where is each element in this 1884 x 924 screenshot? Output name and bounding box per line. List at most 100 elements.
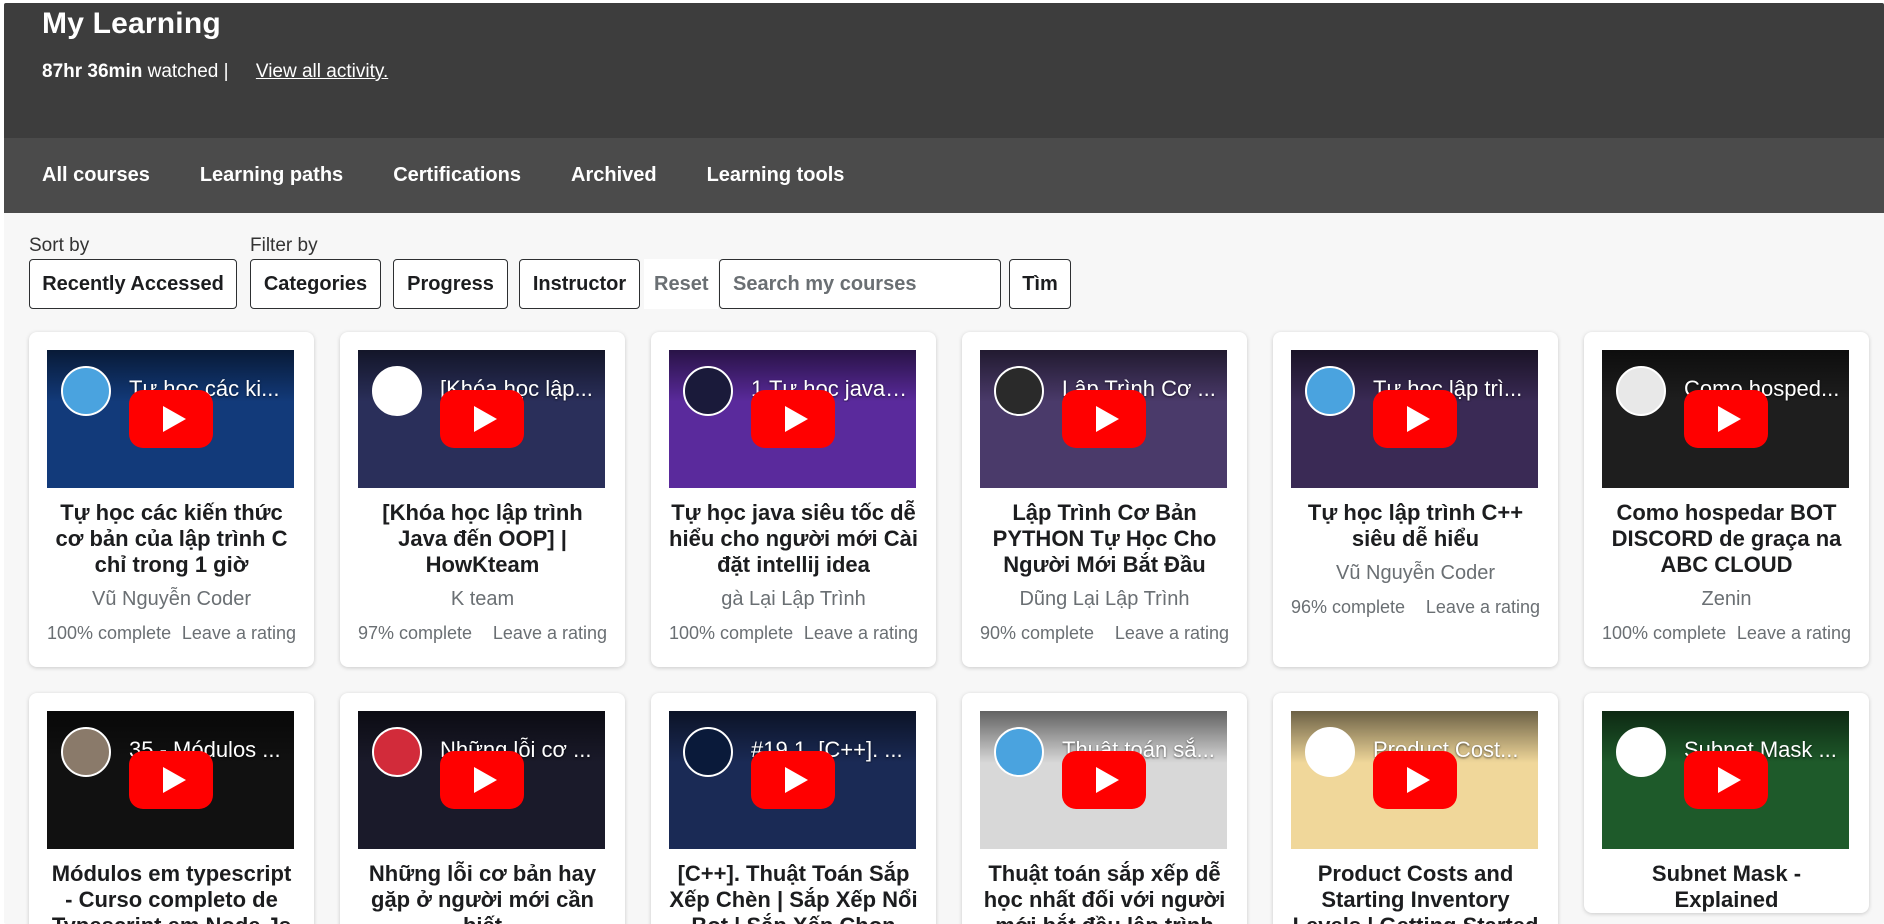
page-header: My Learning 87hr 36min watched | View al… [4,3,1884,138]
channel-avatar [1616,366,1666,416]
watch-stats: 87hr 36min watched | View all activity. [42,61,1884,83]
search-input[interactable] [719,259,1001,309]
channel-avatar [372,727,422,777]
play-icon[interactable] [1372,751,1457,809]
course-card[interactable]: Como hosped... Como hospedar BOT DISCORD … [1584,332,1869,667]
course-instructor: gà Lại Lập Trình [721,588,866,610]
play-icon[interactable] [128,390,213,448]
play-icon[interactable] [439,751,524,809]
my-learning-page: My Learning 87hr 36min watched | View al… [4,3,1884,924]
play-icon[interactable] [1683,390,1768,448]
channel-avatar [683,366,733,416]
watched-time: 87hr 36min [42,61,143,82]
course-title[interactable]: [C++]. Thuật Toán Sắp Xếp Chèn | Sắp Xếp… [669,861,918,924]
course-card[interactable]: Thuật toán sắ... Thuật toán sắp xếp dễ họ… [962,693,1247,924]
play-icon[interactable] [1061,390,1146,448]
progress-text: 96% complete [1291,597,1406,617]
course-thumbnail[interactable]: Lập Trình Cơ ... [980,350,1227,488]
leave-rating-link[interactable]: Leave a rating [493,623,607,644]
channel-avatar [1305,727,1355,777]
course-card[interactable]: Lập Trình Cơ ... Lập Trình Cơ Bản PYTHON … [962,332,1247,667]
play-icon[interactable] [439,390,524,448]
channel-avatar [683,727,733,777]
course-title[interactable]: Product Costs and Starting Inventory Lev… [1291,861,1540,924]
course-card[interactable]: [Khóa học lập... [Khóa học lập trình Java… [340,332,625,667]
course-meta: 100% complete Leave a rating [47,623,296,660]
course-thumbnail[interactable]: Subnet Mask ... [1602,711,1849,849]
reset-button[interactable]: Reset [644,259,719,309]
course-thumbnail[interactable]: Thuật toán sắ... [980,711,1227,849]
progress-filter[interactable]: Progress [393,259,508,309]
sort-label: Sort by [29,235,90,256]
course-card[interactable]: Product Cost... Product Costs and Startin… [1273,693,1558,924]
progress-text: 100% complete [47,623,172,643]
course-title[interactable]: Como hospedar BOT DISCORD de graça na AB… [1602,500,1851,578]
sort-dropdown[interactable]: Recently Accessed [29,259,237,309]
course-title[interactable]: [Khóa học lập trình Java đến OOP] | HowK… [358,500,607,578]
play-icon[interactable] [1683,751,1768,809]
course-instructor: K team [450,588,515,610]
course-card[interactable]: 35 - Módulos ... Módulos em typescript - … [29,693,314,924]
course-card[interactable]: Những lỗi cơ ... Những lỗi cơ bản hay gặp… [340,693,625,924]
tab-all-courses[interactable]: All courses [42,164,150,187]
channel-avatar [994,727,1044,777]
tab-archived[interactable]: Archived [571,164,657,187]
channel-avatar [372,366,422,416]
course-thumbnail[interactable]: Tự học lập trì... [1291,350,1538,488]
play-icon[interactable] [128,751,213,809]
course-thumbnail[interactable]: Como hosped... [1602,350,1849,488]
channel-avatar [61,366,111,416]
course-card[interactable]: 1 Tự học java ... Tự học java siêu tốc dễ… [651,332,936,667]
course-card[interactable]: Subnet Mask ... Subnet Mask - Explained [1584,693,1869,913]
course-meta: 100% complete Leave a rating [1602,623,1851,660]
channel-avatar [1616,727,1666,777]
course-card[interactable]: Tự học lập trì... Tự học lập trình C++ si… [1273,332,1558,667]
course-title[interactable]: Módulos em typescript - Curso completo d… [47,861,296,924]
tab-learning-paths[interactable]: Learning paths [200,164,343,187]
leave-rating-link[interactable]: Leave a rating [804,623,918,644]
course-title[interactable]: Những lỗi cơ bản hay gặp ở người mới cần… [358,861,607,924]
view-activity-link[interactable]: View all activity. [256,61,388,82]
course-thumbnail[interactable]: Tự học các ki... [47,350,294,488]
course-thumbnail[interactable]: [Khóa học lập... [358,350,605,488]
course-thumbnail[interactable]: Những lỗi cơ ... [358,711,605,849]
progress-text: 100% complete [669,623,794,643]
channel-avatar [1305,366,1355,416]
tab-learning-tools[interactable]: Learning tools [707,164,845,187]
course-instructor: Dũng Lại Lập Trình [1019,588,1190,610]
tab-bar: All courses Learning paths Certification… [4,138,1884,213]
course-title[interactable]: Lập Trình Cơ Bản PYTHON Tự Học Cho Người… [980,500,1229,578]
categories-filter[interactable]: Categories [250,259,381,309]
progress-text: 100% complete [1602,623,1727,643]
leave-rating-link[interactable]: Leave a rating [1426,597,1540,618]
instructor-filter[interactable]: Instructor [519,259,640,309]
course-title[interactable]: Thuật toán sắp xếp dễ học nhất đối với n… [980,861,1229,924]
course-thumbnail[interactable]: 1 Tự học java ... [669,350,916,488]
watched-label: watched | [147,61,229,82]
leave-rating-link[interactable]: Leave a rating [1737,623,1851,644]
play-icon[interactable] [1372,390,1457,448]
course-meta: 100% complete Leave a rating [669,623,918,660]
page-title: My Learning [42,7,221,40]
play-icon[interactable] [750,751,835,809]
tab-certifications[interactable]: Certifications [393,164,521,187]
course-title[interactable]: Tự học các kiến thức cơ bản của lập trìn… [47,500,296,578]
progress-text: 97% complete [358,623,473,643]
course-title[interactable]: Tự học java siêu tốc dễ hiểu cho người m… [669,500,918,578]
channel-avatar [994,366,1044,416]
course-instructor: Vũ Nguyễn Coder [1336,562,1495,584]
course-thumbnail[interactable]: #19.1. [C++]. ... [669,711,916,849]
leave-rating-link[interactable]: Leave a rating [182,623,296,644]
course-card[interactable]: Tự học các ki... Tự học các kiến thức cơ … [29,332,314,667]
play-icon[interactable] [750,390,835,448]
progress-text: 90% complete [980,623,1095,643]
search-button[interactable]: Tìm [1009,259,1071,309]
course-meta: 96% complete Leave a rating [1291,597,1540,634]
course-thumbnail[interactable]: 35 - Módulos ... [47,711,294,849]
course-thumbnail[interactable]: Product Cost... [1291,711,1538,849]
course-title[interactable]: Tự học lập trình C++ siêu dễ hiểu [1291,500,1540,552]
course-card[interactable]: #19.1. [C++]. ... [C++]. Thuật Toán Sắp X… [651,693,936,924]
play-icon[interactable] [1061,751,1146,809]
leave-rating-link[interactable]: Leave a rating [1115,623,1229,644]
course-title[interactable]: Subnet Mask - Explained [1602,861,1851,913]
